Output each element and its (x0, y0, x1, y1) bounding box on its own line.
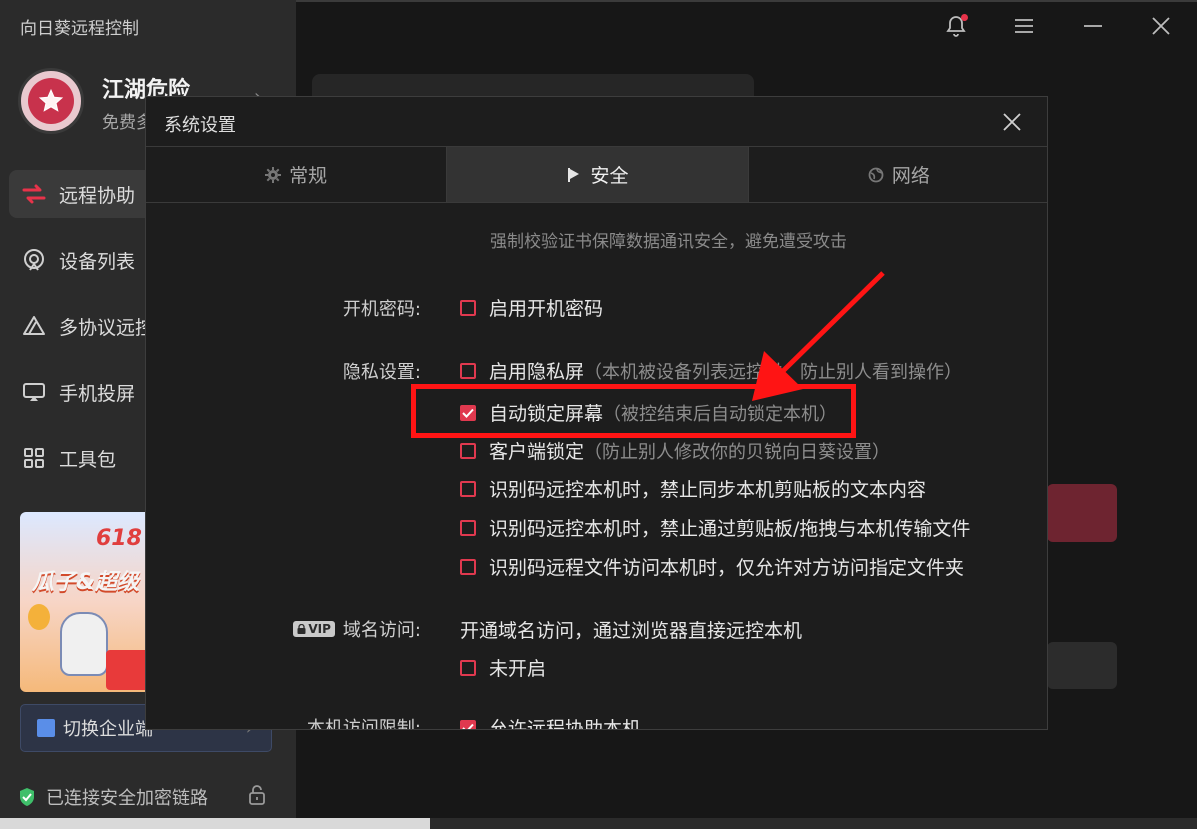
connection-status: 已连接安全加密链路 (18, 784, 265, 810)
device-list-icon (19, 248, 49, 272)
checkbox-box (460, 480, 476, 497)
option-hint: （防止别人修改你的贝锐向日葵设置） (584, 441, 891, 463)
notification-dot (961, 14, 968, 21)
avatar[interactable] (18, 68, 84, 134)
globe-icon (868, 167, 884, 183)
checkbox-box (460, 519, 476, 536)
check-icon (462, 723, 474, 729)
tab-general[interactable]: 常规 (146, 147, 448, 202)
security-settings-content: 强制校验证书保障数据通讯安全，避免遭受攻击 开机密码: 启用开机密码 隐私设置:… (146, 201, 1047, 730)
promo-title: 618 (96, 526, 142, 551)
option-text: 识别码远控本机时，禁止同步本机剪贴板的文本内容 (489, 479, 927, 501)
option-text: 未开启 (489, 658, 547, 680)
balloon-illustration (28, 604, 50, 630)
close-icon[interactable] (999, 109, 1025, 135)
background-gray-button (1047, 642, 1117, 689)
option-text: 识别码远控本机时，禁止通过剪贴板/拖拽与本机传输文件 (489, 518, 971, 540)
block-file-transfer-checkbox[interactable]: 识别码远控本机时，禁止通过剪贴板/拖拽与本机传输文件 (460, 514, 970, 541)
background-bottom-strip (430, 818, 1197, 829)
checkbox-box (460, 299, 476, 316)
checkbox-box-checked (460, 719, 476, 729)
tab-label: 常规 (289, 165, 328, 187)
vip-badge-text: VIP (308, 622, 331, 636)
privacy-settings-label: 隐私设置: (342, 362, 421, 383)
astronaut-illustration (60, 612, 108, 676)
domain-access-label-text: 域名访问: (342, 620, 421, 641)
domain-access-description: 开通域名访问，通过浏览器直接远控本机 (460, 620, 803, 642)
option-text: 启用开机密码 (489, 298, 604, 320)
privacy-screen-checkbox[interactable]: 启用隐私屏 （本机被设备列表远控时，防止别人看到操作） (460, 357, 962, 384)
cert-description-text: 强制校验证书保障数据通讯安全，避免遭受攻击 (490, 232, 847, 252)
block-clipboard-text-checkbox[interactable]: 识别码远控本机时，禁止同步本机剪贴板的文本内容 (460, 475, 926, 502)
tab-security[interactable]: 安全 (447, 147, 749, 202)
option-text: 识别码远程文件访问本机时，仅允许对方访问指定文件夹 (489, 557, 965, 579)
checkbox-box (460, 558, 476, 575)
sidebar-item-label: 手机投屏 (59, 382, 136, 405)
option-text: 允许远程协助本机 (489, 718, 642, 730)
tab-label: 安全 (590, 165, 629, 187)
sidebar-item-label: 工具包 (59, 448, 117, 471)
option-text: 客户端锁定 (489, 441, 585, 463)
app-title: 向日葵远程控制 (20, 19, 139, 39)
background-taskbar-strip (0, 818, 430, 829)
dialog-title: 系统设置 (164, 115, 236, 136)
background-red-button (1047, 484, 1117, 542)
option-text: 启用隐私屏 (489, 361, 585, 383)
promo-subtitle: 瓜子&超级 (32, 570, 140, 595)
flag-icon (566, 167, 582, 183)
close-window-icon[interactable] (1147, 12, 1175, 40)
enable-boot-password-checkbox[interactable]: 启用开机密码 (460, 294, 603, 321)
domain-access-label: VIP 域名访问: (293, 616, 421, 642)
lock-icon (297, 624, 306, 634)
building-icon (37, 719, 55, 737)
allow-remote-assist-checkbox[interactable]: 允许远程协助本机 (460, 714, 642, 730)
shield-check-icon (20, 788, 34, 806)
triangle-protocol-icon (19, 314, 49, 338)
sidebar-item-label: 远程协助 (59, 184, 136, 207)
window-top-border (296, 0, 1197, 2)
annotation-highlight-box (411, 384, 856, 438)
boot-password-label: 开机密码: (342, 299, 421, 320)
checkbox-box (460, 362, 476, 379)
screen-cast-icon (19, 380, 49, 404)
minimize-icon[interactable] (1079, 12, 1107, 40)
restrict-folder-access-checkbox[interactable]: 识别码远程文件访问本机时，仅允许对方访问指定文件夹 (460, 553, 964, 580)
client-lock-checkbox[interactable]: 客户端锁定 （防止别人修改你的贝锐向日葵设置） (460, 437, 890, 464)
switch-enterprise-label: 切换企业端 (63, 719, 153, 740)
connection-status-text: 已连接安全加密链路 (46, 788, 208, 809)
sidebar-item-label: 设备列表 (59, 250, 136, 273)
vip-badge: VIP (293, 621, 335, 637)
gear-icon (265, 166, 282, 183)
sidebar-item-label: 多协议远控 (59, 316, 155, 339)
star-icon (38, 88, 64, 112)
option-hint: （本机被设备列表远控时，防止别人看到操作） (584, 361, 963, 383)
swap-arrows-icon (19, 184, 49, 204)
checkbox-box (460, 442, 476, 459)
unlock-icon[interactable] (248, 784, 266, 806)
checkbox-box (460, 659, 476, 676)
settings-tabs: 常规 安全 网络 (146, 146, 1047, 203)
tab-network[interactable]: 网络 (749, 147, 1047, 202)
tab-label: 网络 (891, 165, 930, 187)
notification-bell-icon[interactable] (942, 12, 970, 40)
access-limit-label: 本机访问限制: (306, 718, 421, 730)
domain-access-checkbox[interactable]: 未开启 (460, 654, 546, 681)
grid-toolbox-icon (19, 446, 49, 470)
menu-icon[interactable] (1010, 12, 1038, 40)
